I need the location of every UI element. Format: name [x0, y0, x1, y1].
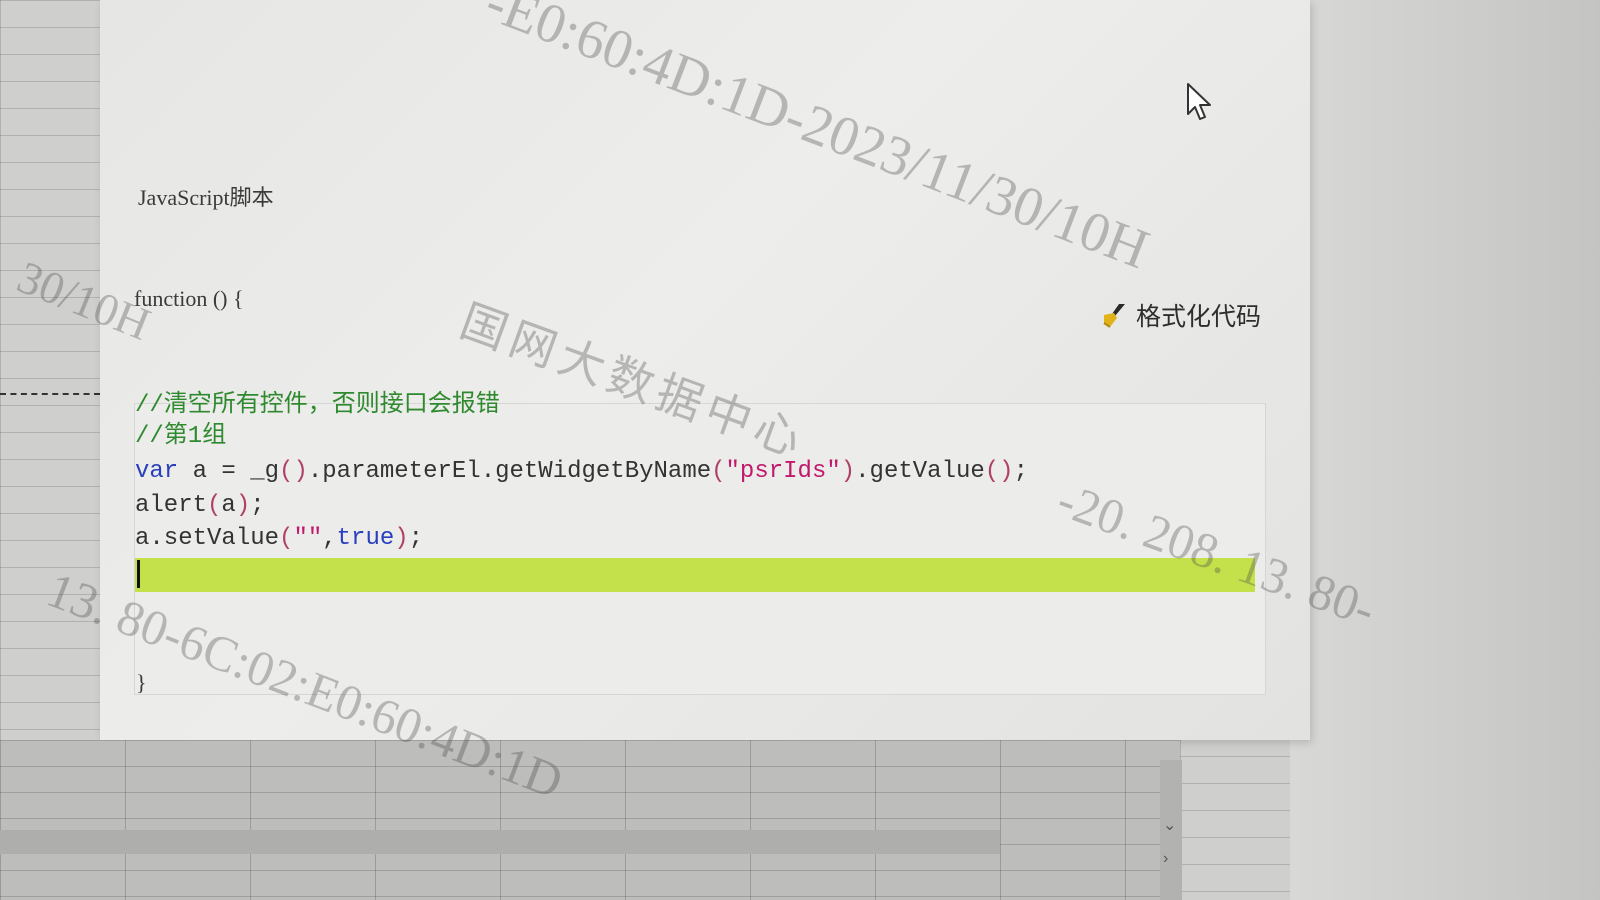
code-paren: )	[235, 492, 251, 519]
code-token: a = _g	[178, 458, 280, 485]
horizontal-scrollbar[interactable]	[0, 830, 1000, 854]
chevron-down-icon[interactable]: ⌄	[1163, 815, 1176, 835]
code-token: ;	[408, 525, 424, 552]
function-closing-brace: }	[136, 670, 147, 695]
code-line-var: var a = _g().parameterEl.getWidgetByName…	[135, 456, 1028, 488]
broom-icon	[1103, 304, 1125, 328]
code-token: alert	[135, 492, 208, 519]
code-paren: )	[394, 525, 409, 552]
code-line-comment-1: //清空所有控件，否则接口会报错	[135, 392, 500, 419]
code-paren: )	[840, 458, 856, 485]
active-line-highlight	[135, 558, 1255, 592]
code-token: ;	[250, 492, 265, 519]
format-code-button[interactable]: 格式化代码	[1100, 298, 1261, 332]
keyword-var: var	[135, 458, 179, 485]
code-token: .getValue	[855, 458, 985, 485]
keyword-true: true	[336, 525, 395, 552]
code-paren: (	[279, 525, 294, 552]
code-editor[interactable]: //清空所有控件，否则接口会报错 //第1组 var a = _g().para…	[134, 392, 1266, 695]
spreadsheet-area	[0, 740, 1180, 900]
code-string: "psrIds"	[725, 458, 841, 485]
code-line-alert: alert(a);	[135, 490, 265, 522]
code-paren: (	[711, 458, 726, 485]
code-paren: ()	[984, 458, 1014, 485]
code-line-comment-2: //第1组	[135, 423, 227, 450]
function-header: function () {	[134, 286, 244, 311]
code-token: ;	[1013, 458, 1028, 485]
right-panel-background	[1290, 0, 1600, 900]
code-line-setvalue: a.setValue("",true);	[135, 523, 423, 555]
code-token: ,	[322, 525, 337, 552]
code-paren: (	[207, 492, 222, 519]
section-label: JavaScript脚本	[138, 185, 274, 210]
code-token: a	[221, 492, 236, 519]
chevron-right-icon[interactable]: ›	[1163, 850, 1168, 868]
mouse-pointer-icon	[1187, 83, 1211, 120]
code-paren: ()	[279, 458, 308, 485]
format-code-label: 格式化代码	[1136, 303, 1262, 331]
javascript-dialog: JavaScript脚本 function () { 格式化代码 //清空所有控…	[100, 0, 1310, 740]
code-string: ""	[293, 525, 323, 552]
code-token: .parameterEl.getWidgetByName	[307, 458, 712, 485]
text-caret	[137, 560, 140, 588]
code-token: a.setValue	[135, 525, 280, 552]
cell-dashed-border	[0, 393, 100, 395]
